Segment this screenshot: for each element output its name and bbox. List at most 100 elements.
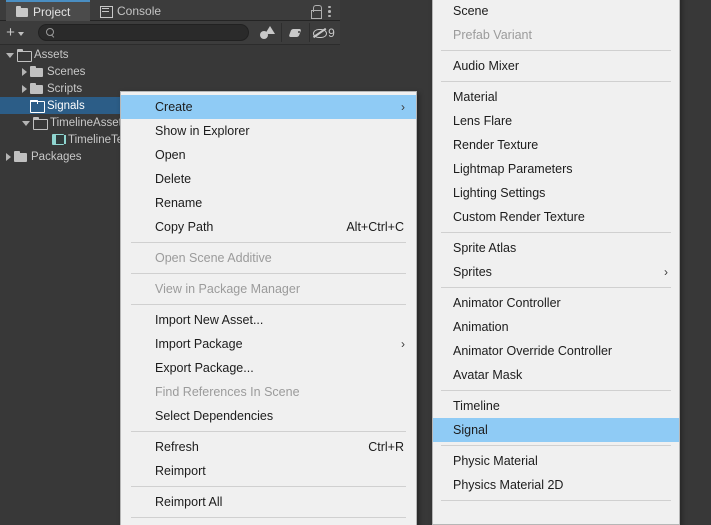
menu-item-export-package[interactable]: Export Package... <box>121 356 416 380</box>
menu-item-refresh[interactable]: Refresh Ctrl+R <box>121 435 416 459</box>
hidden-assets-button[interactable]: 9 <box>309 23 337 42</box>
menu-separator <box>441 232 671 233</box>
menu-item-open[interactable]: Open <box>121 143 416 167</box>
menu-item-rename[interactable]: Rename <box>121 191 416 215</box>
chevron-right-icon[interactable] <box>22 84 27 93</box>
create-item-timeline[interactable]: Timeline <box>433 394 679 418</box>
menu-item-label: Refresh <box>155 440 199 454</box>
search-icon <box>46 28 55 37</box>
menu-item-label: Select Dependencies <box>155 409 274 423</box>
menu-item-create[interactable]: Create › <box>121 95 416 119</box>
menu-separator <box>441 390 671 391</box>
menu-item-label: Reimport All <box>155 495 223 509</box>
search-input[interactable] <box>59 26 239 39</box>
folder-icon <box>30 66 43 77</box>
menu-item-label: Signal <box>453 423 488 437</box>
kebab-menu-icon[interactable] <box>328 4 332 18</box>
menu-item-show-in-explorer[interactable]: Show in Explorer <box>121 119 416 143</box>
menu-separator <box>131 273 406 274</box>
menu-item-label: Import New Asset... <box>155 313 264 327</box>
create-item-avatar-mask[interactable]: Avatar Mask <box>433 363 679 387</box>
create-item-physics-material-2d[interactable]: Physics Material 2D <box>433 473 679 497</box>
menu-item-copy-path[interactable]: Copy Path Alt+Ctrl+C <box>121 215 416 239</box>
create-item-lens-flare[interactable]: Lens Flare <box>433 109 679 133</box>
create-item-lighting-settings[interactable]: Lighting Settings <box>433 181 679 205</box>
create-item-sprites[interactable]: Sprites › <box>433 260 679 284</box>
menu-item-label: Sprites <box>453 265 492 279</box>
tab-console-label: Console <box>117 3 162 18</box>
console-icon <box>100 5 113 18</box>
menu-item-shortcut: Alt+Ctrl+C <box>346 220 404 234</box>
project-toolbar: + 9 <box>0 21 340 45</box>
menu-item-label: Delete <box>155 172 192 186</box>
menu-item-label: View in Package Manager <box>155 282 300 296</box>
create-item-prefab-variant: Prefab Variant <box>433 23 679 47</box>
tree-item-scenes[interactable]: Scenes <box>0 63 340 80</box>
menu-separator <box>131 517 406 518</box>
chevron-down-icon[interactable] <box>6 53 14 58</box>
chevron-down-icon[interactable] <box>22 121 30 126</box>
filter-by-label-button[interactable] <box>281 23 309 42</box>
panel-tabbar: Project Console <box>0 0 340 21</box>
create-item-animator-controller[interactable]: Animator Controller <box>433 291 679 315</box>
plus-icon: + <box>6 24 15 41</box>
menu-item-label: Prefab Variant <box>453 28 532 42</box>
menu-item-find-references-in-scene: Find References In Scene <box>121 380 416 404</box>
menu-item-label: Animation <box>453 320 509 334</box>
menu-item-label: Export Package... <box>155 361 254 375</box>
tree-item-label: Packages <box>31 150 82 163</box>
create-item-audio-mixer[interactable]: Audio Mixer <box>433 54 679 78</box>
menu-item-select-dependencies[interactable]: Select Dependencies <box>121 404 416 428</box>
chevron-down-icon <box>17 32 24 36</box>
menu-item-delete[interactable]: Delete <box>121 167 416 191</box>
menu-item-label: Find References In Scene <box>155 385 300 399</box>
chevron-right-icon[interactable] <box>6 152 11 161</box>
menu-item-reimport[interactable]: Reimport <box>121 459 416 483</box>
menu-item-label: Show in Explorer <box>155 124 250 138</box>
tab-project[interactable]: Project <box>6 0 90 21</box>
menu-item-reimport-all[interactable]: Reimport All <box>121 490 416 514</box>
tab-console[interactable]: Console <box>90 0 180 21</box>
unity-editor-screenshot: Project Console + 9 Assets Scenes Script… <box>0 0 711 525</box>
create-submenu: Assembly Definition ReferenceTextMeshPro… <box>432 0 680 525</box>
chevron-right-icon[interactable] <box>22 67 27 76</box>
hidden-count-label: 9 <box>328 25 335 40</box>
create-item-custom-render-texture[interactable]: Custom Render Texture <box>433 205 679 229</box>
tabbar-controls <box>310 0 336 21</box>
create-item-animation[interactable]: Animation <box>433 315 679 339</box>
create-item-physic-material[interactable]: Physic Material <box>433 449 679 473</box>
create-item-material[interactable]: Material <box>433 85 679 109</box>
chevron-right-icon: › <box>401 337 405 351</box>
search-field[interactable] <box>38 24 249 41</box>
menu-item-label: Scene <box>453 4 489 18</box>
menu-item-label: Import Package <box>155 337 243 351</box>
create-item-animator-override-controller[interactable]: Animator Override Controller <box>433 339 679 363</box>
context-menu: Create › Show in Explorer Open Delete Rename C… <box>120 91 417 525</box>
menu-separator <box>131 486 406 487</box>
create-asset-button[interactable]: + <box>0 22 30 44</box>
menu-item-label: Material <box>453 90 498 104</box>
tree-item-label: Scenes <box>47 65 86 78</box>
create-item-sprite-atlas[interactable]: Sprite Atlas <box>433 236 679 260</box>
create-item-render-texture[interactable]: Render Texture <box>433 133 679 157</box>
tag-icon <box>289 27 303 39</box>
menu-item-label: Physics Material 2D <box>453 478 564 492</box>
create-item-scene[interactable]: Scene <box>433 0 679 23</box>
menu-separator <box>441 445 671 446</box>
tree-item-label: Scripts <box>47 82 83 95</box>
menu-item-import-package[interactable]: Import Package › <box>121 332 416 356</box>
menu-item-label: Rename <box>155 196 203 210</box>
menu-item-import-new-asset[interactable]: Import New Asset... <box>121 308 416 332</box>
filter-by-type-button[interactable] <box>253 23 281 42</box>
lock-icon[interactable] <box>310 4 322 19</box>
tree-item-assets[interactable]: Assets <box>0 46 340 63</box>
folder-outline-icon <box>30 100 45 113</box>
folder-open-icon <box>17 49 32 62</box>
menu-item-view-in-package-manager: View in Package Manager <box>121 277 416 301</box>
menu-item-extract-from-prefab: Extract From Prefab <box>121 521 416 525</box>
create-item-signal[interactable]: Signal <box>433 418 679 442</box>
create-item-lightmap-parameters[interactable]: Lightmap Parameters <box>433 157 679 181</box>
menu-item-label: Timeline <box>453 399 500 413</box>
menu-item-label: Custom Render Texture <box>453 210 585 224</box>
menu-item-label: Copy Path <box>155 220 214 234</box>
